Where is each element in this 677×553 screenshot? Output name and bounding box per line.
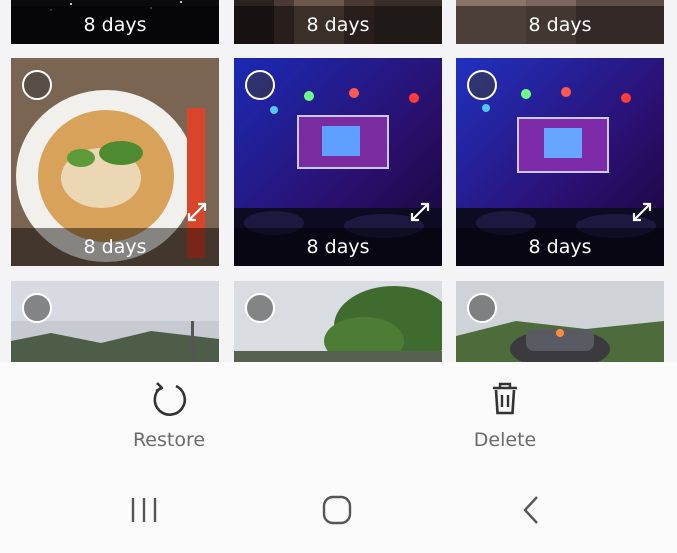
trash-photo-grid: 8 days 8 days 8 days 8 days 8 days 8 day… (0, 0, 677, 362)
days-remaining-label: 8 days (234, 6, 442, 44)
restore-icon (153, 382, 187, 416)
trash-icon (493, 382, 517, 415)
recents-icon[interactable] (124, 494, 164, 526)
select-checkbox[interactable] (467, 70, 497, 100)
restore-label: Restore (132, 429, 206, 451)
photo-tile[interactable] (234, 281, 442, 362)
expand-icon[interactable] (185, 200, 209, 224)
photo-tile[interactable] (11, 281, 219, 362)
days-remaining-label: 8 days (11, 6, 219, 44)
photo-tile[interactable]: 8 days (456, 58, 664, 266)
home-icon[interactable] (317, 494, 357, 526)
photo-tile[interactable]: 8 days (11, 0, 219, 44)
select-checkbox[interactable] (22, 70, 52, 100)
photo-tile[interactable]: 8 days (11, 58, 219, 266)
select-checkbox[interactable] (245, 293, 275, 323)
select-checkbox[interactable] (22, 293, 52, 323)
photo-tile[interactable]: 8 days (234, 0, 442, 44)
days-remaining-label: 8 days (234, 228, 442, 266)
expand-icon[interactable] (630, 200, 654, 224)
restore-button[interactable]: Restore (99, 378, 239, 451)
days-remaining-label: 8 days (456, 228, 664, 266)
photo-tile[interactable] (456, 281, 664, 362)
delete-label: Delete (473, 429, 537, 451)
delete-button[interactable]: Delete (435, 378, 575, 451)
expand-icon[interactable] (408, 200, 432, 224)
select-checkbox[interactable] (245, 70, 275, 100)
photo-tile[interactable]: 8 days (234, 58, 442, 266)
photo-tile[interactable]: 8 days (456, 0, 664, 44)
days-remaining-label: 8 days (456, 6, 664, 44)
days-remaining-label: 8 days (11, 228, 219, 266)
action-bar: Restore Delete (0, 362, 677, 462)
select-checkbox[interactable] (467, 293, 497, 323)
back-icon[interactable] (511, 494, 551, 526)
system-navigation-bar (0, 462, 677, 553)
